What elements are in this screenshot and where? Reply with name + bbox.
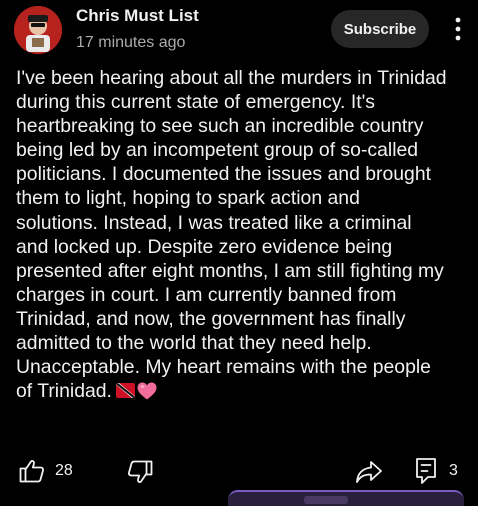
- thumbs-down-icon[interactable]: [126, 458, 154, 491]
- post-line: and locked up. Despite zero evidence bei…: [16, 235, 393, 258]
- post-line-last: of Trinidad.: [16, 379, 470, 403]
- channel-name[interactable]: Chris Must List: [76, 6, 199, 26]
- post-line: Trinidad, and now, the government has fi…: [16, 307, 406, 330]
- avatar-image: [14, 6, 62, 54]
- post-line: politicians. I documented the issues and…: [16, 163, 432, 186]
- post-line: admitted to the world that they need hel…: [16, 332, 372, 355]
- post-line: Unacceptable. My heart remains with the …: [16, 356, 431, 379]
- comment-count: 3: [449, 462, 458, 479]
- overlay-strip-content: [304, 496, 348, 504]
- like-count: 28: [55, 462, 73, 479]
- post-line: being led by an incompetent group of so-…: [16, 139, 419, 162]
- share-icon[interactable]: [354, 458, 384, 491]
- post-line: them to light, hoping to spark action an…: [16, 187, 360, 210]
- overlay-strip: [228, 490, 464, 506]
- post-line: I've been hearing about all the murders …: [16, 67, 447, 89]
- pink-heart-emoji: [137, 382, 157, 400]
- comment-icon[interactable]: [414, 456, 438, 491]
- trinidad-flag-emoji: [115, 383, 135, 399]
- emoji-group: [115, 381, 158, 401]
- subscribe-button[interactable]: Subscribe: [331, 10, 429, 48]
- more-vert-icon[interactable]: [448, 16, 468, 42]
- post-line: presented after eight months, I am still…: [16, 259, 444, 282]
- post-line: heartbreaking to see such an incredible …: [16, 115, 424, 138]
- post-line: solutions. Instead, I was treated like a…: [16, 211, 412, 234]
- thumbs-up-icon[interactable]: [18, 457, 46, 490]
- post-line: of Trinidad.: [16, 380, 112, 403]
- channel-avatar[interactable]: [14, 6, 62, 54]
- post-text: I've been hearing about all the murders …: [16, 66, 470, 403]
- post-timestamp: 17 minutes ago: [76, 34, 186, 51]
- post-line: during this current state of emergency. …: [16, 91, 376, 114]
- post-line: charges in court. I am currently banned …: [16, 283, 397, 306]
